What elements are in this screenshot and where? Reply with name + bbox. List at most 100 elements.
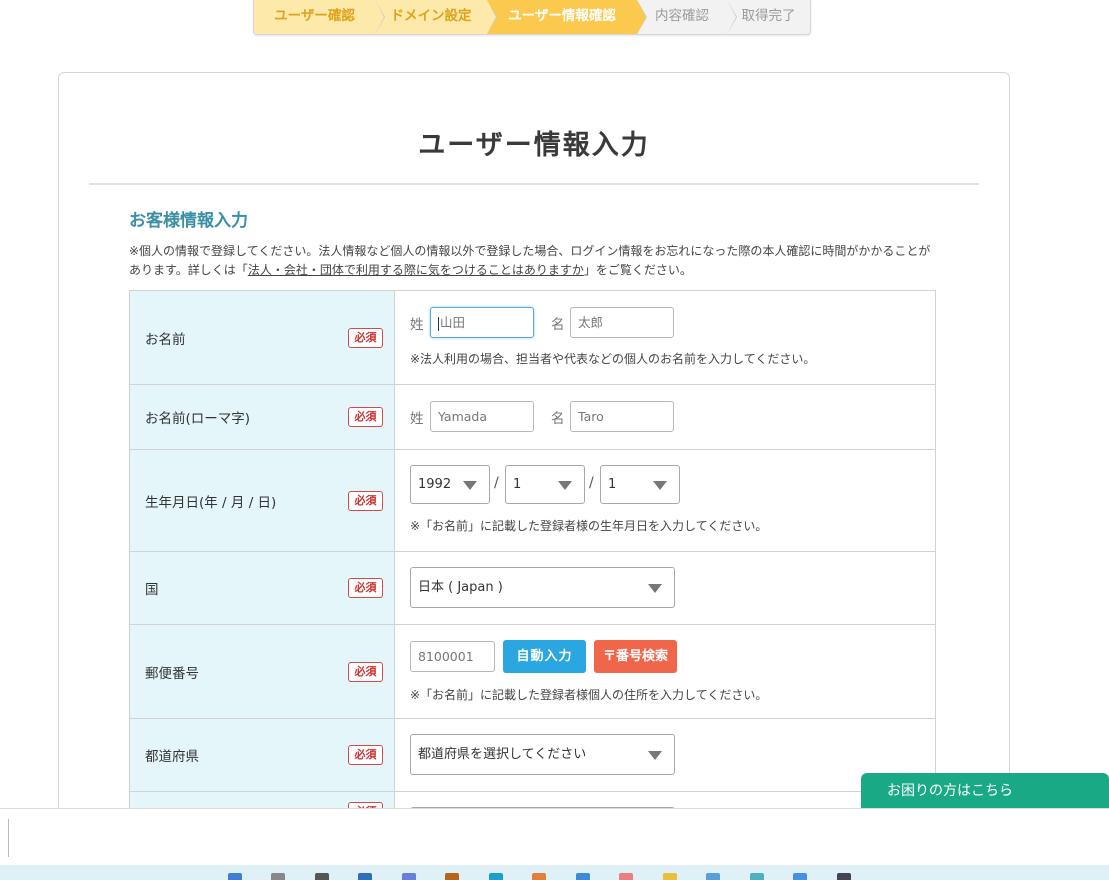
prefecture-label-cell: 都道府県 必須 — [130, 719, 395, 791]
bottom-input-bar[interactable] — [0, 808, 1109, 866]
notice-text: ※個人の情報で登録してください。法人情報など個人の情報以外で登録した場合、ログイ… — [129, 242, 939, 280]
customer-info-table: お名前 必須 姓 山田 名 太郎 ※法人利用の場合、担当者や代表などの個人のお名… — [129, 290, 936, 848]
postal-search-button[interactable]: 〒番号検索 — [594, 640, 677, 673]
step-label: 内容確認 — [655, 8, 709, 24]
app-icon[interactable] — [619, 873, 633, 880]
required-badge: 必須 — [348, 327, 383, 348]
birthdate-help-text: ※「お名前」に記載した登録者様の生年月日を入力してください。 — [410, 519, 768, 533]
name-help-text: ※法人利用の場合、担当者や代表などの個人のお名前を入力してください。 — [410, 352, 816, 366]
postal-help-text: ※「お名前」に記載した登録者様個人の住所を入力してください。 — [410, 688, 768, 702]
step-user-info-confirm: ユーザー情報確認 — [487, 0, 647, 34]
first-name-input[interactable]: 太郎 — [570, 307, 674, 338]
prefecture-select[interactable]: 都道府県を選択してください — [410, 734, 675, 775]
last-name-input[interactable]: 山田 — [430, 307, 534, 338]
required-badge: 必須 — [348, 407, 383, 427]
birth-year-select[interactable]: 1992 — [410, 465, 490, 504]
corporate-use-link[interactable]: 法人・会社・団体で利用する際に気をつけることはありますか — [248, 263, 584, 277]
postal-label: 郵便番号 — [145, 665, 199, 682]
app-icon[interactable] — [837, 873, 851, 880]
step-label: ユーザー確認 — [274, 8, 355, 24]
prefecture-input-cell: 都道府県を選択してください — [395, 719, 935, 791]
step-label: ユーザー情報確認 — [508, 8, 616, 24]
first-name-roman-input[interactable]: Taro — [570, 401, 674, 432]
first-name-placeholder: 太郎 — [578, 315, 604, 330]
name-input-cell: 姓 山田 名 太郎 ※法人利用の場合、担当者や代表などの個人のお名前を入力してく… — [395, 291, 935, 384]
app-icon[interactable] — [750, 873, 764, 880]
app-icon[interactable] — [402, 873, 416, 880]
chevron-down-icon — [648, 751, 662, 760]
last-name-placeholder: 山田 — [440, 315, 466, 330]
name-label-cell: お名前 必須 — [130, 291, 395, 384]
prefecture-value: 都道府県を選択してください — [418, 747, 587, 762]
required-badge: 必須 — [348, 661, 383, 682]
app-icon[interactable] — [445, 873, 459, 880]
first-name-roman-label: 名 — [551, 411, 565, 427]
step-content-confirm: 内容確認 — [637, 0, 737, 34]
app-icon[interactable] — [793, 873, 807, 880]
app-icon[interactable] — [358, 873, 372, 880]
progress-stepper: ユーザー確認 ドメイン設定 ユーザー情報確認 内容確認 取得完了 — [253, 0, 811, 35]
first-name-label: 名 — [551, 317, 565, 333]
last-name-roman-placeholder: Yamada — [438, 409, 488, 424]
chevron-down-icon — [653, 481, 667, 490]
country-value: 日本 ( Japan ) — [418, 580, 503, 595]
date-separator: / — [494, 475, 499, 491]
required-badge: 必須 — [348, 490, 383, 511]
text-caret — [438, 316, 439, 331]
postal-label-cell: 郵便番号 必須 — [130, 625, 395, 718]
input-caret — [8, 819, 9, 857]
app-icon[interactable] — [315, 873, 329, 880]
step-domain-setting: ドメイン設定 — [375, 0, 497, 34]
chevron-down-icon — [463, 481, 477, 490]
section-title: お客様情報入力 — [129, 211, 248, 231]
notice-text-after: 」をご覧ください。 — [583, 263, 692, 277]
name-label: お名前 — [145, 331, 186, 348]
app-icon[interactable] — [228, 873, 242, 880]
app-icon[interactable] — [489, 873, 503, 880]
birth-day-value: 1 — [608, 477, 617, 492]
name-roman-label-cell: お名前(ローマ字) 必須 — [130, 385, 395, 449]
birthdate-label: 生年月日(年 / 月 / 日) — [145, 494, 277, 511]
prefecture-label: 都道府県 — [145, 749, 199, 765]
chevron-down-icon — [648, 584, 662, 593]
app-icon[interactable] — [663, 873, 677, 880]
last-name-roman-label: 姓 — [410, 411, 424, 427]
country-label: 国 — [145, 582, 159, 598]
app-icon[interactable] — [576, 873, 590, 880]
name-roman-label: お名前(ローマ字) — [145, 411, 251, 427]
required-badge: 必須 — [348, 578, 383, 598]
row-prefecture: 都道府県 必須 都道府県を選択してください — [130, 719, 935, 792]
chevron-down-icon — [558, 481, 572, 490]
step-complete: 取得完了 — [727, 0, 810, 34]
birth-month-select[interactable]: 1 — [505, 465, 585, 504]
required-badge: 必須 — [348, 745, 383, 765]
postal-code-input[interactable]: 8100001 — [410, 641, 495, 672]
row-birthdate: 生年月日(年 / 月 / 日) 必須 1992 / 1 / 1 ※「お名前」に記… — [130, 450, 935, 552]
birth-day-select[interactable]: 1 — [600, 465, 680, 504]
birthdate-input-cell: 1992 / 1 / 1 ※「お名前」に記載した登録者様の生年月日を入力してくだ… — [395, 450, 935, 551]
last-name-roman-input[interactable]: Yamada — [430, 401, 534, 432]
country-select[interactable]: 日本 ( Japan ) — [410, 567, 675, 608]
taskbar — [0, 865, 1109, 880]
help-widget-button[interactable]: お困りの方はこちら — [861, 773, 1109, 810]
step-user-confirm: ユーザー確認 — [254, 0, 385, 34]
postal-code-placeholder: 8100001 — [418, 649, 474, 664]
country-label-cell: 国 必須 — [130, 552, 395, 624]
app-icon[interactable] — [706, 873, 720, 880]
name-roman-input-cell: 姓 Yamada 名 Taro — [395, 385, 935, 449]
app-icon[interactable] — [271, 873, 285, 880]
row-country: 国 必須 日本 ( Japan ) — [130, 552, 935, 625]
first-name-roman-placeholder: Taro — [578, 409, 604, 424]
birthdate-label-cell: 生年月日(年 / 月 / 日) 必須 — [130, 450, 395, 551]
birth-month-value: 1 — [513, 477, 522, 492]
app-icon[interactable] — [532, 873, 546, 880]
row-name: お名前 必須 姓 山田 名 太郎 ※法人利用の場合、担当者や代表などの個人のお名… — [130, 291, 935, 385]
last-name-label: 姓 — [410, 317, 424, 333]
page-title: ユーザー情報入力 — [418, 130, 650, 161]
row-name-roman: お名前(ローマ字) 必須 姓 Yamada 名 Taro — [130, 385, 935, 450]
birth-year-value: 1992 — [418, 477, 452, 492]
postal-input-cell: 8100001 自動入力 〒番号検索 ※「お名前」に記載した登録者様個人の住所を… — [395, 625, 935, 718]
row-postal-code: 郵便番号 必須 8100001 自動入力 〒番号検索 ※「お名前」に記載した登録… — [130, 625, 935, 719]
auto-fill-button[interactable]: 自動入力 — [503, 640, 586, 673]
date-separator: / — [589, 475, 594, 491]
